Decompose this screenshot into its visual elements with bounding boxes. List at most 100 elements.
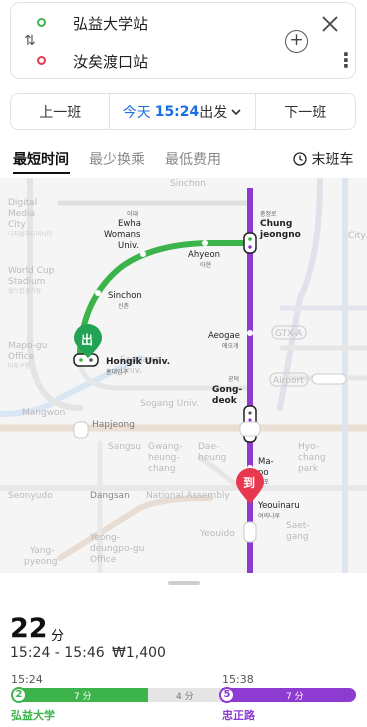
map-label-gwangheung-1: Gwang- (148, 442, 183, 452)
transfer-node-yeouido (243, 521, 257, 543)
map-label-sinchon-top: Sinchon (170, 179, 206, 189)
map-label-mapo-gu-kor: 마포구청 (8, 362, 30, 370)
origin-station[interactable]: 弘益大学站 (73, 13, 148, 34)
departure-time: 15:24 (154, 103, 200, 120)
station-label-ewha-kor: 이대 (127, 210, 138, 218)
station-label-chungjeongno-2: jeongno (259, 230, 301, 240)
active-tab-indicator (13, 172, 70, 174)
more-icon[interactable]: ⋮ (336, 48, 356, 72)
map-label-saetgang-2: gang (286, 532, 309, 542)
map-label-daeheung-1: Dae- (198, 442, 219, 452)
transfer-time: 15:38 (222, 673, 254, 686)
map-label-city-partial: City (348, 231, 366, 241)
station-label-ewha-3: Univ. (118, 241, 139, 251)
station-label-chungjeongno-kor: 충정로 (260, 210, 277, 218)
map-label-yangpyeong-2: pyeong (24, 557, 58, 567)
last-train-label: 末班车 (311, 152, 354, 168)
map-label-yangpyeong-1: Yang- (29, 546, 54, 556)
station-label-sinchon-kor: 신촌 (118, 302, 130, 310)
map-label-hyochang-1: Hyo- (298, 442, 319, 452)
station-label-aeogae: Aeogae (208, 331, 240, 341)
map-label-worldcup-kor: 월드컵경기장 (8, 287, 42, 295)
tab-fewest-transfers[interactable]: 最少换乘 (89, 149, 145, 169)
map-label-mapo-gu-1: Mapo-gu (8, 341, 47, 351)
transfer-node-airport (311, 373, 347, 385)
station-label-hongik: Hongik Univ. (106, 357, 170, 367)
map-label-hyochang-3: park (298, 464, 319, 474)
map-label-mangwon: Mangwon (22, 408, 65, 418)
map-label-seonyudo: Seonyudo (8, 491, 53, 501)
map-label-mapo-gu-2: Office (8, 352, 35, 362)
map-label-gtx: GTX-A (275, 329, 303, 339)
map-canvas: Digital Media City 디지털미디어시티 World Cup St… (0, 178, 367, 573)
segment-walk-duration: 4 分 (176, 692, 194, 702)
tab-last-train[interactable]: 末班车 (293, 149, 353, 169)
next-train-button[interactable]: 下一班 (256, 94, 355, 129)
map-label-dmc-1: Digital (8, 198, 37, 208)
route-card: ⇅ 弘益大学站 汝矣渡口站 + ⋮ (10, 2, 356, 79)
fare: ₩1,400 (112, 645, 166, 661)
close-icon[interactable] (319, 13, 341, 35)
station-label-mapo-1: Ma- (258, 457, 274, 467)
transfer-node-gongdeok-2 (239, 421, 261, 437)
end-marker: 到 (236, 468, 264, 504)
destination-dot-icon (37, 56, 46, 65)
station-label-yeouinaru: Yeouinaru (257, 501, 300, 511)
map-label-dmc-3: City (8, 220, 26, 230)
map-label-yeongdeungpo-2: deungpo-gu (90, 544, 144, 554)
chevron-down-icon (231, 108, 241, 115)
time-bar: 上一班 今天 15:24 出发 下一班 (10, 93, 356, 130)
map-label-saetgang-1: Saet- (286, 521, 310, 531)
segment-line2: 7 分 (14, 688, 148, 702)
today-label: 今天 (122, 104, 151, 121)
map-label-hyochang-2: chang (298, 453, 326, 463)
map-label-yeongdeungpo-3: Office (90, 555, 117, 565)
station-dot-ewha (140, 251, 146, 257)
segment-line5: 7 分 (222, 688, 356, 702)
tab-shortest-time[interactable]: 最短时间 (13, 149, 69, 169)
duration-unit: 分 (51, 629, 65, 644)
map-label-dangsan: Dangsan (90, 491, 130, 501)
map-label-dmc-2: Media (8, 209, 35, 219)
tab-lowest-fare[interactable]: 最低费用 (165, 149, 221, 169)
map-label-airport: Airport (273, 376, 304, 386)
station-label-gongdeok-1: Gong- (212, 385, 242, 395)
map-label-gwangheung-3: chang (148, 464, 176, 474)
station-dot-sinchon (95, 290, 101, 296)
departure-time-selector[interactable]: 今天 15:24 出发 (110, 94, 256, 129)
duration-value: 22 (10, 613, 48, 644)
segment-line5-duration: 7 分 (286, 692, 304, 702)
segment-line2-duration: 7 分 (74, 692, 92, 702)
map-label-national-assembly: National Assembly (146, 491, 230, 501)
prev-train-button[interactable]: 上一班 (11, 94, 111, 129)
background-lines (0, 178, 367, 573)
station-label-chungjeongno-1: Chung (260, 219, 292, 229)
transfer-node-chungjeongno (243, 232, 257, 254)
route-tabs: 最短时间 最少换乘 最低费用 末班车 (0, 143, 367, 177)
subway-map[interactable]: Digital Media City 디지털미디어시티 World Cup St… (0, 178, 367, 573)
swap-icon[interactable]: ⇅ (24, 33, 36, 49)
drag-handle[interactable] (168, 581, 200, 585)
transfer-node-hapjeong (73, 421, 89, 439)
route-summary-sheet: 22 分 15:24 - 15:46 ₩1,400 15:24 15:38 7 … (0, 573, 367, 727)
clock-icon (293, 152, 307, 166)
background-labels: Digital Media City 디지털미디어시티 World Cup St… (8, 179, 366, 567)
map-label-dmc-kor: 디지털미디어시티 (8, 230, 52, 238)
station-label-ewha-2: Womans (104, 230, 141, 240)
depart-label: 出发 (199, 104, 228, 121)
station-dot-ahyeon (202, 240, 208, 246)
line2-badge: 2 (11, 687, 27, 703)
map-label-gwangheung-2: heung- (148, 453, 180, 463)
station-label-gongdeok-kor: 공덕 (228, 376, 239, 383)
destination-station[interactable]: 汝矣渡口站 (73, 51, 148, 72)
station-label-hongik-kor: 홍대입구 (106, 368, 129, 376)
time-range: 15:24 - 15:46 (10, 645, 105, 661)
map-label-sogang: Sogang Univ. (140, 399, 199, 409)
station-label-ahyeon-kor: 아현 (200, 261, 211, 269)
origin-station-name: 弘益大学 (11, 709, 55, 722)
map-label-hapjeong: Hapjeong (92, 420, 135, 430)
map-label-sangsu: Sangsu (108, 442, 141, 452)
add-stop-icon[interactable]: + (285, 30, 308, 53)
map-label-worldcup-1: World Cup (8, 266, 55, 276)
map-label-yeongdeungpo-1: Yeong- (89, 533, 120, 543)
